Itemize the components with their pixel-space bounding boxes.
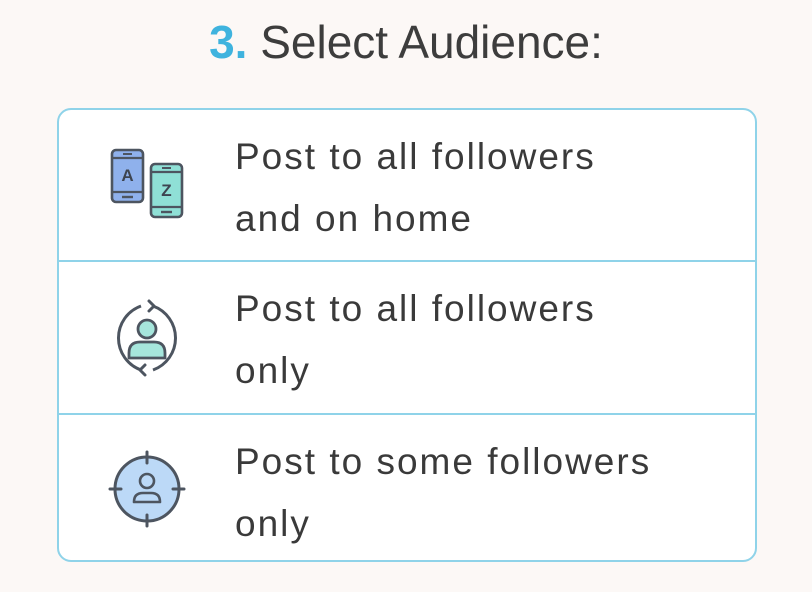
svg-text:A: A [121,166,133,185]
user-refresh-icon [116,299,178,377]
option-label-line-1: Post to some followers [235,441,652,482]
option-label-line-2: only [235,350,311,391]
audience-options-card: A Z Post to all followers and on home Po… [57,108,757,562]
option-all-followers-and-home[interactable]: A Z Post to all followers and on home [59,110,755,260]
step-title: Select Audience: [260,16,603,68]
option-label: Post to some followers only [235,431,735,555]
option-label-line-1: Post to all followers [235,136,596,177]
step-number: 3. [209,16,248,68]
svg-text:Z: Z [161,181,171,200]
option-label: Post to all followers and on home [235,126,735,250]
phones-a-z-icon: A Z [110,148,184,219]
user-target-icon [108,450,186,528]
option-label: Post to all followers only [235,278,735,402]
option-label-line-2: and on home [235,198,474,239]
option-label-line-2: only [235,503,311,544]
option-label-line-1: Post to all followers [235,288,596,329]
option-all-followers-only[interactable]: Post to all followers only [59,260,755,413]
section-heading: 3. Select Audience: [0,10,812,74]
option-some-followers-only[interactable]: Post to some followers only [59,413,755,560]
